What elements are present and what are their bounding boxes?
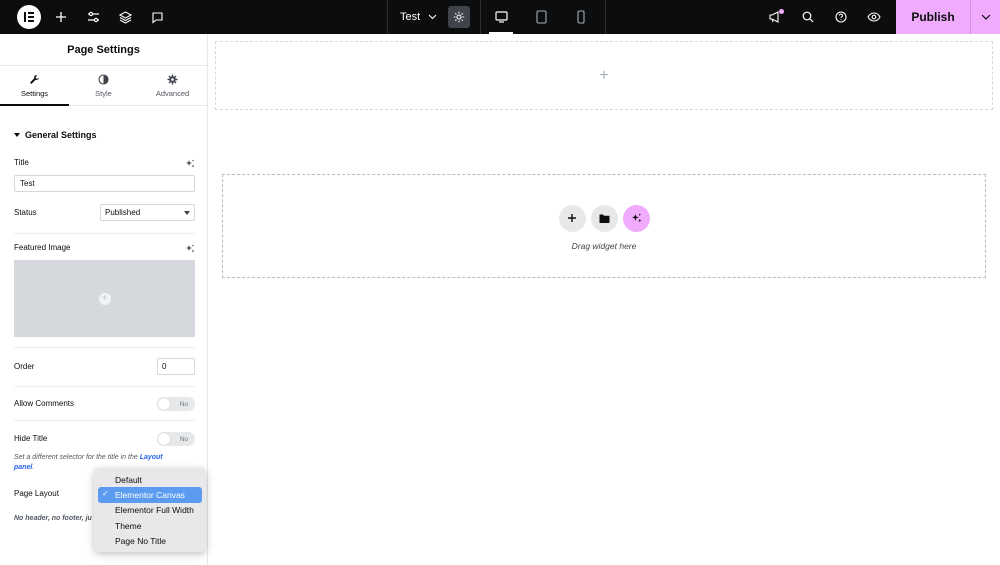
section-title: General Settings	[25, 130, 97, 140]
toggle-state: No	[179, 400, 188, 408]
site-settings-icon[interactable]	[77, 0, 109, 34]
top-bar: Test Publish	[0, 0, 1000, 34]
tablet-view-button[interactable]	[521, 0, 561, 34]
desktop-view-button[interactable]	[481, 0, 521, 34]
featured-image-picker[interactable]: +	[14, 260, 195, 337]
page-layout-label: Page Layout	[14, 489, 59, 498]
add-section-area[interactable]: +	[215, 41, 993, 110]
topbar-left	[0, 0, 173, 34]
plus-icon: +	[599, 66, 609, 84]
add-template-button[interactable]	[590, 204, 618, 232]
publish-button[interactable]: Publish	[896, 0, 970, 34]
option-label: Elementor Canvas	[115, 489, 185, 500]
page-layout-dropdown: Default ✓ Elementor Canvas Elementor Full…	[94, 468, 206, 552]
page-settings-button[interactable]	[448, 6, 470, 28]
status-select[interactable]: Published	[100, 204, 195, 221]
option-label: Elementor Full Width	[115, 505, 194, 516]
panel-link[interactable]: panel	[14, 464, 32, 471]
plus-icon	[568, 214, 576, 222]
option-label: Default	[115, 474, 142, 485]
allow-comments-label: Allow Comments	[14, 399, 75, 408]
page-layout-option[interactable]: Theme	[98, 518, 202, 533]
topbar-right	[758, 0, 890, 34]
title-input[interactable]: Test	[14, 175, 195, 192]
hide-title-label: Hide Title	[14, 434, 48, 443]
toggle-knob	[158, 398, 170, 410]
elementor-logo-icon[interactable]	[17, 5, 41, 29]
divider	[14, 420, 195, 421]
help-text-end: .	[32, 464, 35, 471]
desktop-icon	[494, 11, 508, 23]
checkmark-icon: ✓	[102, 489, 109, 499]
add-image-icon: +	[98, 292, 111, 305]
tablet-icon	[535, 10, 547, 24]
gear-icon	[453, 11, 465, 23]
page-layout-option-selected[interactable]: ✓ Elementor Canvas	[98, 487, 202, 503]
ai-sparkle-icon	[631, 213, 641, 222]
allow-comments-toggle[interactable]: No	[157, 397, 195, 411]
caret-down-icon	[184, 210, 190, 215]
page-layout-option[interactable]: Elementor Full Width	[98, 503, 202, 518]
title-label: Title	[14, 158, 29, 167]
document-title: Test	[400, 11, 421, 23]
add-section-button[interactable]	[558, 204, 586, 232]
tab-label: Advanced	[155, 88, 190, 98]
folder-icon	[599, 214, 609, 223]
status-label: Status	[14, 208, 37, 217]
tab-settings[interactable]: Settings	[0, 66, 69, 106]
drag-widget-hint: Drag widget here	[571, 240, 637, 251]
chevron-down-icon	[428, 11, 437, 23]
hide-title-toggle[interactable]: No	[157, 432, 195, 446]
divider	[14, 347, 195, 348]
publish-options-button[interactable]	[970, 0, 1000, 34]
divider	[14, 233, 195, 234]
search-icon	[802, 11, 813, 23]
add-actions	[558, 204, 650, 232]
wrench-icon	[30, 74, 39, 84]
status-value: Published	[105, 208, 141, 217]
caret-down-icon	[14, 132, 20, 137]
option-label: Page No Title	[115, 535, 167, 546]
panel-tabs: Settings Style Advanced	[0, 66, 207, 106]
help-text: Set a different selector for the title i…	[14, 454, 140, 461]
structure-layers-icon[interactable]	[109, 0, 141, 34]
layout-link[interactable]: Layout	[140, 454, 163, 461]
gear-icon	[167, 74, 178, 84]
ai-sparkle-icon[interactable]	[185, 243, 195, 257]
eye-icon	[866, 12, 881, 22]
help-icon	[834, 11, 847, 23]
finder-search-button[interactable]	[791, 0, 824, 34]
chevron-down-icon	[981, 14, 990, 20]
panel-title: Page Settings	[0, 34, 207, 66]
toggle-state: No	[179, 435, 188, 443]
page-layout-option[interactable]: Default	[98, 472, 202, 487]
help-button[interactable]	[824, 0, 857, 34]
notes-comment-icon[interactable]	[141, 0, 173, 34]
divider	[14, 386, 195, 387]
editor-canvas: + Drag widget here	[209, 34, 1000, 565]
tab-label: Style	[95, 88, 112, 98]
page-layout-help: No header, no footer, ju	[14, 515, 92, 522]
section-toggle-general-settings[interactable]: General Settings	[14, 130, 97, 140]
tab-advanced[interactable]: Advanced	[138, 66, 207, 105]
toggle-knob	[158, 433, 170, 445]
page-layout-option[interactable]: Page No Title	[98, 533, 202, 548]
add-element-icon[interactable]	[45, 0, 77, 34]
whats-new-button[interactable]	[758, 0, 791, 34]
preview-button[interactable]	[857, 0, 890, 34]
contrast-icon	[98, 73, 109, 85]
tab-style[interactable]: Style	[69, 66, 138, 105]
order-input[interactable]: 0	[157, 358, 195, 375]
featured-image-label: Featured Image	[14, 243, 71, 252]
option-label: Theme	[115, 520, 142, 531]
responsive-mode-switcher	[480, 0, 606, 34]
order-label: Order	[14, 362, 35, 371]
notification-dot	[779, 9, 784, 14]
mobile-icon	[577, 10, 585, 24]
mobile-view-button[interactable]	[561, 0, 601, 34]
ai-sparkle-icon[interactable]	[185, 158, 195, 172]
ai-generate-button[interactable]	[622, 204, 650, 232]
widget-drop-area[interactable]: Drag widget here	[222, 174, 986, 278]
tab-label: Settings	[20, 88, 49, 98]
